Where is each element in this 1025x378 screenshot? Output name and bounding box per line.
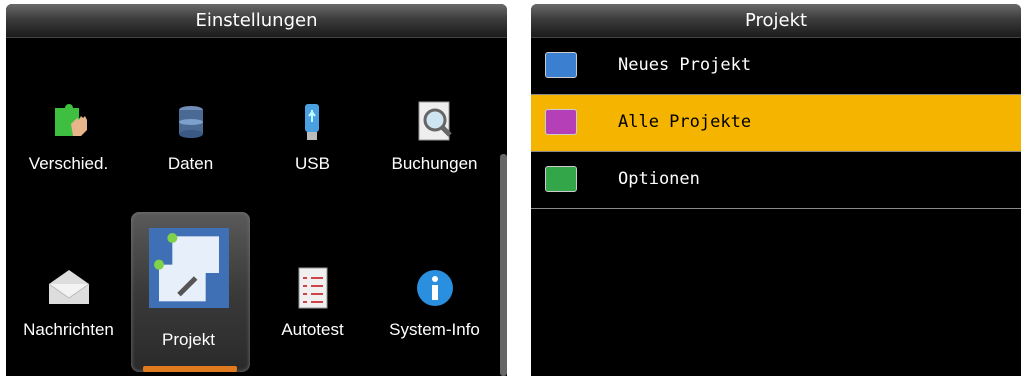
menu-item-label: Verschied. bbox=[28, 154, 109, 173]
usb-stick-icon bbox=[304, 104, 319, 140]
envelope-icon bbox=[48, 270, 89, 304]
menu-row-label: Optionen bbox=[618, 169, 700, 189]
menu-item-daten[interactable]: Daten bbox=[131, 38, 250, 188]
menu-row-alle-projekte[interactable]: Alle Projekte bbox=[531, 95, 1021, 152]
menu-item-system-info[interactable]: System-Info bbox=[375, 204, 494, 354]
menu-item-label: Projekt bbox=[162, 330, 215, 349]
new-project-icon bbox=[545, 52, 577, 78]
menu-item-label: Buchungen bbox=[391, 154, 478, 173]
project-screen: Projekt Neues Projekt Alle Projekte Opti… bbox=[531, 4, 1021, 376]
menu-item-label: USB bbox=[295, 154, 330, 173]
menu-item-usb[interactable]: USB bbox=[253, 38, 372, 188]
menu-item-buchungen[interactable]: Buchungen bbox=[375, 38, 494, 188]
menu-item-nachrichten[interactable]: Nachrichten bbox=[9, 204, 128, 354]
scrollbar[interactable] bbox=[500, 154, 507, 376]
menu-row-neues-projekt[interactable]: Neues Projekt bbox=[531, 38, 1021, 95]
menu-row-label: Neues Projekt bbox=[618, 55, 752, 75]
project-title: Projekt bbox=[531, 4, 1021, 38]
settings-screen: Einstellungen Verschied. Daten USB Buchu… bbox=[6, 4, 507, 376]
menu-item-label: Autotest bbox=[281, 320, 344, 339]
settings-title: Einstellungen bbox=[6, 4, 507, 38]
database-icon bbox=[178, 106, 203, 138]
menu-item-verschied[interactable]: Verschied. bbox=[9, 38, 128, 188]
menu-row-label: Alle Projekte bbox=[618, 112, 752, 132]
options-icon bbox=[545, 166, 577, 192]
menu-item-autotest[interactable]: Autotest bbox=[253, 204, 372, 354]
selection-bar bbox=[143, 366, 237, 372]
info-icon bbox=[416, 270, 453, 306]
menu-item-label: Nachrichten bbox=[23, 320, 114, 339]
menu-item-label: System-Info bbox=[389, 320, 480, 339]
project-icon bbox=[148, 228, 229, 308]
magnifier-icon bbox=[418, 101, 452, 141]
menu-item-projekt[interactable]: Projekt bbox=[129, 204, 250, 372]
checklist-icon bbox=[298, 267, 327, 309]
puzzle-hand-icon bbox=[54, 104, 87, 136]
menu-item-label: Daten bbox=[167, 154, 214, 173]
menu-row-optionen[interactable]: Optionen bbox=[531, 152, 1021, 209]
all-projects-icon bbox=[545, 109, 577, 135]
